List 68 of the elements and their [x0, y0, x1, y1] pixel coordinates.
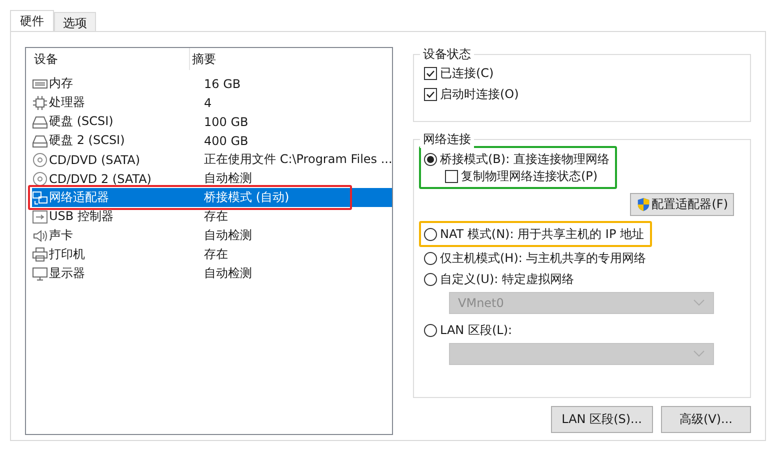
cpu-icon — [32, 94, 48, 110]
device-summary: 桥接模式 (自动) — [203, 189, 290, 206]
chevron-down-icon — [693, 350, 705, 358]
device-row[interactable]: 硬盘 (SCSI) 100 GB — [32, 112, 392, 131]
checkbox[interactable] — [424, 67, 437, 80]
radio-label: LAN 区段(L): — [440, 322, 512, 338]
device-row[interactable]: 处理器 4 — [32, 93, 392, 112]
device-row[interactable]: 内存 16 GB — [32, 74, 392, 93]
device-name: 处理器 — [49, 94, 85, 111]
device-summary: 4 — [203, 96, 212, 110]
usb-icon — [32, 208, 48, 224]
device-summary: 正在使用文件 C:\Program Files ... — [203, 151, 392, 168]
radio-button[interactable] — [424, 252, 437, 264]
display-icon — [32, 266, 48, 282]
tab[interactable]: 选项 — [54, 12, 96, 31]
column-header[interactable]: 设备 — [26, 48, 190, 70]
device-summary: 自动检测 — [203, 265, 252, 282]
sound-icon — [32, 228, 48, 244]
radio-label: 仅主机模式(H): 与主机共享的专用网络 — [440, 250, 646, 266]
tab[interactable]: 硬件 — [10, 10, 54, 31]
checkbox-label: 复制物理网络连接状态(P) — [461, 168, 598, 185]
device-name: 打印机 — [49, 246, 85, 263]
printer-icon — [32, 246, 48, 262]
device-summary: 存在 — [203, 246, 228, 263]
dialog-button[interactable]: LAN 区段(S)... — [550, 406, 653, 433]
device-summary: 100 GB — [203, 114, 248, 128]
radio-button[interactable] — [424, 152, 437, 166]
device-row[interactable]: 声卡 自动检测 — [32, 226, 392, 245]
device-row[interactable]: 打印机 存在 — [32, 245, 392, 264]
device-row[interactable]: CD/DVD 2 (SATA) 自动检测 — [32, 169, 392, 188]
checkbox-label: 已连接(C) — [440, 65, 494, 82]
radio-label: 自定义(U): 特定虚拟网络 — [440, 270, 574, 288]
radio-button[interactable] — [424, 228, 437, 240]
radio-label: 桥接模式(B): 直接连接物理网络 — [440, 150, 610, 168]
device-name: CD/DVD (SATA) — [49, 152, 140, 166]
device-row[interactable]: 显示器 自动检测 — [32, 264, 392, 283]
device-name: USB 控制器 — [49, 208, 114, 225]
device-name: CD/DVD 2 (SATA) — [49, 172, 152, 186]
device-summary: 自动检测 — [203, 227, 252, 244]
device-name: 内存 — [49, 75, 73, 92]
device-summary: 400 GB — [203, 134, 248, 148]
group-title: 设备状态 — [420, 46, 474, 63]
cd-icon — [32, 152, 48, 168]
device-name: 显示器 — [49, 265, 85, 282]
device-name: 硬盘 (SCSI) — [49, 113, 114, 130]
radio-button[interactable] — [424, 324, 437, 336]
chevron-down-icon — [693, 299, 705, 307]
device-row[interactable]: USB 控制器 存在 — [32, 207, 392, 226]
shield-icon — [636, 197, 651, 212]
radio-label: NAT 模式(N): 用于共享主机的 IP 地址 — [440, 226, 644, 242]
device-name: 声卡 — [49, 227, 73, 244]
checkbox-label: 启动时连接(O) — [440, 86, 519, 103]
column-header[interactable]: 摘要 — [190, 50, 216, 68]
device-row[interactable]: CD/DVD (SATA) 正在使用文件 C:\Program Files ... — [32, 150, 392, 169]
radio-button[interactable] — [424, 272, 437, 286]
configure-adapter-button[interactable]: 配置适配器(F) — [630, 193, 734, 216]
dialog-button[interactable]: 高级(V)... — [661, 406, 751, 433]
group-title: 网络连接 — [420, 131, 474, 148]
device-name: 网络适配器 — [49, 189, 109, 206]
device-name: 硬盘 2 (SCSI) — [49, 132, 125, 149]
checkbox[interactable] — [445, 170, 458, 183]
checkbox[interactable] — [424, 88, 437, 101]
device-summary: 自动检测 — [203, 170, 252, 187]
device-summary: 16 GB — [203, 76, 241, 90]
network-icon — [32, 190, 48, 206]
device-row[interactable]: 硬盘 2 (SCSI) 400 GB — [32, 131, 392, 150]
device-summary: 存在 — [203, 208, 228, 225]
cd-icon — [32, 170, 48, 186]
